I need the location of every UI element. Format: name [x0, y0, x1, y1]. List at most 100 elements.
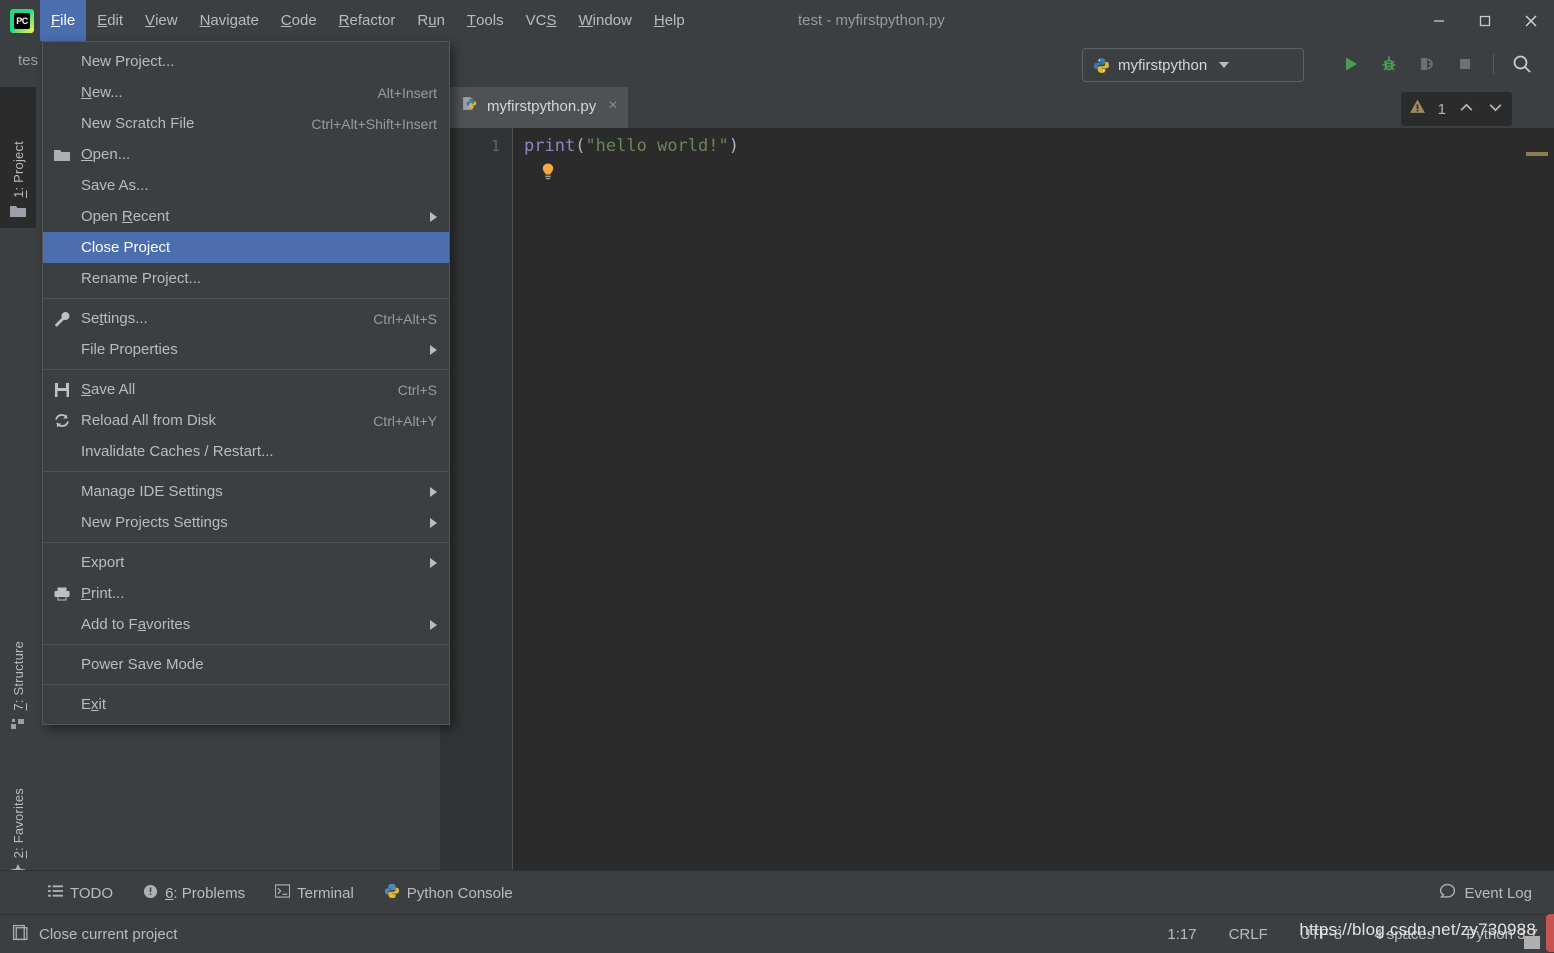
status-bar-edge-marker [1546, 914, 1554, 952]
menu-separator [43, 369, 449, 370]
close-button[interactable] [1508, 0, 1554, 41]
file-menu-item-label: Close Project [81, 239, 171, 256]
submenu-arrow-icon [430, 486, 437, 497]
file-menu-item-label: Open Recent [81, 208, 170, 225]
warning-icon [1409, 98, 1426, 120]
todo-icon [48, 884, 63, 902]
file-menu-item-label: Settings... [81, 310, 148, 327]
file-menu-item-shortcut: Ctrl+Alt+Shift+Insert [311, 115, 437, 132]
prev-occurrence-icon[interactable] [1458, 99, 1475, 120]
file-menu-item-label: Print... [81, 585, 125, 602]
file-menu-item-new-projects-settings[interactable]: New Projects Settings [43, 507, 449, 538]
file-menu-item-label: Save All [81, 381, 136, 398]
code-editor[interactable]: print("hello world!") [513, 128, 1520, 870]
bottom-item-label: Python Console [406, 884, 513, 902]
sidebar-item-project[interactable]: 1: Project [0, 87, 36, 228]
title-bar: PC File Edit View Navigate Code Refactor Ru n To… [0, 0, 1554, 41]
window-title: test - myfirstpython.py [798, 12, 945, 29]
file-menu-item-rename-project[interactable]: Rename Project... [43, 263, 449, 294]
file-menu-item-open[interactable]: Open... [43, 139, 449, 170]
file-menu-item-reload-all-from-disk[interactable]: Reload All from Disk Ctrl+Alt+Y [43, 405, 449, 436]
close-icon[interactable]: × [608, 97, 617, 115]
menu-separator [43, 644, 449, 645]
event-log-label: Event Log [1464, 884, 1532, 902]
menu-edit[interactable]: Edit [86, 0, 134, 41]
bottom-item-python-console[interactable]: Python Console [384, 883, 513, 903]
terminal-icon [275, 884, 291, 902]
menu-help[interactable]: Help [643, 0, 696, 41]
menu-vcs[interactable]: VC S [515, 0, 568, 41]
bottom-item-todo[interactable]: TODO [48, 884, 113, 902]
run-button[interactable] [1335, 48, 1367, 80]
maximize-button[interactable] [1462, 0, 1508, 41]
submenu-arrow-icon [430, 344, 437, 355]
toolbar-divider [1493, 54, 1494, 74]
menu-view[interactable]: View [134, 0, 189, 41]
file-menu-item-new-project[interactable]: New Project... [43, 46, 449, 77]
coverage-button[interactable] [1411, 48, 1443, 80]
file-menu-item-invalidate-caches-restart[interactable]: Invalidate Caches / Restart... [43, 436, 449, 467]
project-name-label: tes [18, 52, 39, 69]
pycharm-logo-text: PC [14, 12, 30, 29]
menu-tools[interactable]: Tools [456, 0, 515, 41]
next-occurrence-icon[interactable] [1487, 99, 1504, 120]
bottom-tool-bar: TODO 6: Problems Terminal Python Console… [0, 870, 1554, 915]
python-icon [1094, 57, 1109, 73]
menu-separator [43, 471, 449, 472]
lightbulb-icon[interactable] [538, 162, 558, 182]
file-menu-item-save-as[interactable]: Save As... [43, 170, 449, 201]
bottom-item-label: 6: Problems [165, 884, 246, 902]
menu-run[interactable]: Run [406, 0, 456, 41]
window-controls [1416, 0, 1554, 41]
status-message: Close current project [39, 925, 178, 943]
event-log-icon [1439, 883, 1456, 904]
menu-code[interactable]: Code [270, 0, 328, 41]
inspection-widget[interactable]: 1 [1400, 92, 1512, 126]
file-menu-item-add-to-favorites[interactable]: Add to Favorites [43, 609, 449, 640]
menu-navigate[interactable]: Navigate [189, 0, 270, 41]
event-log-button[interactable]: Event Log [1439, 871, 1532, 915]
minimize-button[interactable] [1416, 0, 1462, 41]
folder-icon [10, 204, 26, 220]
file-menu-item-file-properties[interactable]: File Properties [43, 334, 449, 365]
menu-window[interactable]: Window [567, 0, 642, 41]
file-menu-item-export[interactable]: Export [43, 547, 449, 578]
stop-button[interactable] [1449, 48, 1481, 80]
left-tool-strip: 1: Project 7: Structure 2: Favorites [0, 87, 37, 879]
menu-refactor[interactable]: Refactor [328, 0, 407, 41]
file-menu-item-settings[interactable]: Settings... Ctrl+Alt+S [43, 303, 449, 334]
file-menu-item-new[interactable]: New... Alt+Insert [43, 77, 449, 108]
search-button[interactable] [1506, 48, 1538, 80]
file-menu-item-save-all[interactable]: Save All Ctrl+S [43, 374, 449, 405]
bottom-item-label: Terminal [297, 884, 354, 902]
watermark-text: https://blog.csdn.net/zy730988 [1299, 920, 1536, 939]
file-menu-item-manage-ide-settings[interactable]: Manage IDE Settings [43, 476, 449, 507]
file-menu-item-label: Power Save Mode [81, 656, 204, 673]
code-open-paren: ( [575, 136, 586, 156]
editor-tab-myfirstpython[interactable]: myfirstpython.py × [450, 87, 628, 128]
debug-button[interactable] [1373, 48, 1405, 80]
file-menu-item-print[interactable]: Print... [43, 578, 449, 609]
sidebar-item-structure[interactable]: 7: Structure [0, 595, 36, 741]
file-menu-popup[interactable]: New Project... New... Alt+Insert New Scratc… [42, 41, 450, 725]
line-separator[interactable]: CRLF [1229, 926, 1268, 943]
bottom-item-terminal[interactable]: Terminal [275, 884, 354, 902]
file-menu-item-close-project[interactable]: Close Project [43, 232, 449, 263]
menu-file[interactable]: File [40, 0, 87, 41]
bottom-item-problems[interactable]: 6: Problems [143, 884, 245, 903]
file-menu-item-exit[interactable]: Exit [43, 689, 449, 720]
file-menu-item-power-save-mode[interactable]: Power Save Mode [43, 649, 449, 680]
file-menu-item-new-scratch-file[interactable]: New Scratch File Ctrl+Alt+Shift+Insert [43, 108, 449, 139]
sidebar-item-label: 2: Favorites [10, 787, 26, 858]
folder-icon [43, 148, 81, 162]
caret-position[interactable]: 1:17 [1167, 926, 1196, 943]
warning-marker[interactable] [1526, 152, 1548, 156]
sidebar-item-favorites[interactable]: 2: Favorites [0, 737, 36, 888]
editor-gutter[interactable]: 1 [441, 128, 513, 870]
problems-icon [143, 884, 158, 903]
file-menu-item-open-recent[interactable]: Open Recent [43, 201, 449, 232]
file-menu-item-shortcut: Alt+Insert [377, 84, 437, 101]
run-configuration-selector[interactable]: myfirstpython [1082, 48, 1304, 82]
run-config-name: myfirstpython [1118, 56, 1208, 74]
editor-marker-scrollbar[interactable] [1520, 128, 1554, 870]
